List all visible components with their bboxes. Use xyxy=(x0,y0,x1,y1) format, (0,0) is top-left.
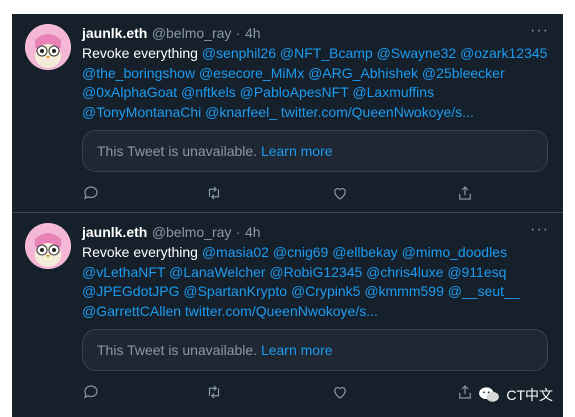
mention-link[interactable]: @vLethaNFT xyxy=(82,264,165,280)
tweet-text-prefix: Revoke everything xyxy=(82,45,198,61)
mention-link[interactable]: @chris4luxe xyxy=(366,264,443,280)
quoted-tweet-card: This Tweet is unavailable. Learn more xyxy=(82,130,548,172)
mention-link[interactable]: @LanaWelcher xyxy=(169,264,265,280)
watermark-text: CT中文 xyxy=(506,387,553,403)
tweet-header: jaunlk.eth @belmo_ray · 4h xyxy=(82,25,552,45)
mention-link[interactable]: @RobiG12345 xyxy=(269,264,362,280)
mention-link[interactable]: @nftkels xyxy=(181,84,236,100)
mention-link[interactable]: @TonyMontanaChi xyxy=(82,104,201,120)
mention-link[interactable]: @esecore_MiMx xyxy=(199,65,304,81)
mention-link[interactable]: @ARG_Abhishek xyxy=(308,65,418,81)
display-name[interactable]: jaunlk.eth xyxy=(82,224,147,240)
watermark: CT中文 xyxy=(478,383,553,407)
tweet-header: jaunlk.eth @belmo_ray · 4h xyxy=(82,224,552,244)
mention-link[interactable]: @mimo_doodles xyxy=(402,244,507,260)
mention-link[interactable]: @911esq xyxy=(447,264,506,280)
tweet-text-prefix: Revoke everything xyxy=(82,244,198,260)
wechat-icon xyxy=(479,387,500,402)
url-link[interactable]: twitter.com/QueenNwokoye/s... xyxy=(281,104,474,120)
mention-link[interactable]: @masia02 xyxy=(202,244,269,260)
share-icon[interactable] xyxy=(456,383,476,403)
user-handle[interactable]: @belmo_ray xyxy=(152,224,232,240)
separator: · xyxy=(235,25,241,41)
tweet-text: Revoke everything @masia02 @cnig69 @ellb… xyxy=(82,243,557,321)
tweet[interactable]: jaunlk.eth @belmo_ray · 4h ··· Revoke ev… xyxy=(12,14,563,212)
reply-icon[interactable] xyxy=(82,184,102,204)
retweet-icon[interactable] xyxy=(205,184,225,204)
more-icon[interactable]: ··· xyxy=(530,221,549,239)
mention-link[interactable]: @ozark12345 xyxy=(460,45,547,61)
tweet[interactable]: jaunlk.eth @belmo_ray · 4h ··· Revoke ev… xyxy=(12,212,563,410)
unavailable-text: This Tweet is unavailable. xyxy=(97,143,258,159)
mention-link[interactable]: @PabloApesNFT xyxy=(240,84,349,100)
timestamp[interactable]: 4h xyxy=(245,224,261,240)
like-icon[interactable] xyxy=(331,383,351,403)
like-icon[interactable] xyxy=(331,184,351,204)
mention-link[interactable]: @GarrettCAllen xyxy=(82,303,181,319)
mention-link[interactable]: @0xAlphaGoat xyxy=(82,84,177,100)
tweet-actions xyxy=(82,184,482,204)
mention-link[interactable]: @Crypink5 xyxy=(291,283,360,299)
mention-link[interactable]: @ellbekay xyxy=(332,244,398,260)
tweet-text: Revoke everything @senphil26 @NFT_Bcamp … xyxy=(82,44,557,122)
tweet-actions xyxy=(82,383,482,403)
mention-link[interactable]: @JPEGdotJPG xyxy=(82,283,179,299)
mention-link[interactable]: @__seut__ xyxy=(448,283,520,299)
learn-more-link[interactable]: Learn more xyxy=(261,342,333,358)
retweet-icon[interactable] xyxy=(205,383,225,403)
display-name[interactable]: jaunlk.eth xyxy=(82,25,147,41)
timeline: jaunlk.eth @belmo_ray · 4h ··· Revoke ev… xyxy=(12,14,563,417)
separator: · xyxy=(235,224,241,240)
mention-link[interactable]: @NFT_Bcamp xyxy=(280,45,373,61)
url-link[interactable]: twitter.com/QueenNwokoye/s... xyxy=(185,303,378,319)
mention-link[interactable]: @SpartanKrypto xyxy=(183,283,287,299)
mention-link[interactable]: @the_boringshow xyxy=(82,65,195,81)
mention-link[interactable]: @Swayne32 xyxy=(377,45,457,61)
share-icon[interactable] xyxy=(456,184,476,204)
unavailable-text: This Tweet is unavailable. xyxy=(97,342,258,358)
timestamp[interactable]: 4h xyxy=(245,25,261,41)
mention-link[interactable]: @senphil26 xyxy=(202,45,276,61)
reply-icon[interactable] xyxy=(82,383,102,403)
avatar[interactable] xyxy=(25,24,71,70)
mention-link[interactable]: @kmmm599 xyxy=(364,283,444,299)
mention-link[interactable]: @25bleecker xyxy=(422,65,505,81)
quoted-tweet-card: This Tweet is unavailable. Learn more xyxy=(82,329,548,371)
learn-more-link[interactable]: Learn more xyxy=(261,143,333,159)
mention-link[interactable]: @cnig69 xyxy=(273,244,328,260)
mention-link[interactable]: @knarfeel_ xyxy=(205,104,277,120)
more-icon[interactable]: ··· xyxy=(530,22,549,40)
avatar[interactable] xyxy=(25,223,71,269)
user-handle[interactable]: @belmo_ray xyxy=(152,25,232,41)
mention-link[interactable]: @Laxmuffins xyxy=(352,84,434,100)
